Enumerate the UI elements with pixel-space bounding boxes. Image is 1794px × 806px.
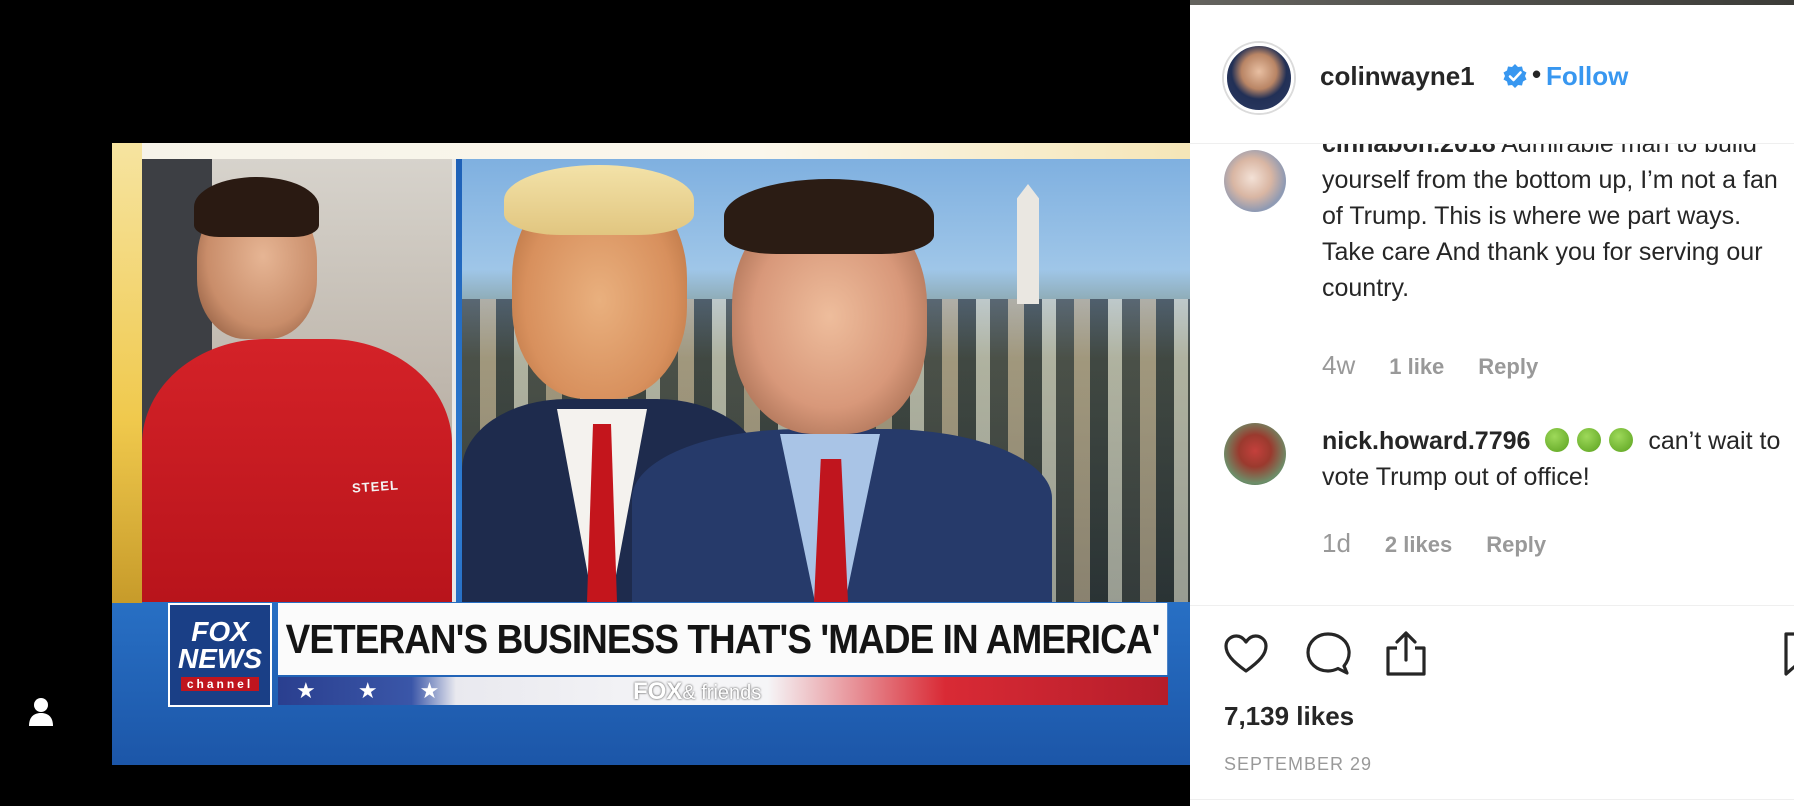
author-avatar[interactable] — [1224, 43, 1294, 113]
comment-text: cinnabon.2018 Admirable man to build you… — [1322, 126, 1782, 306]
commenter-avatar[interactable] — [1224, 423, 1286, 485]
news-lower-third: FOX NEWS channel VETERAN'S BUSINESS THAT… — [168, 603, 1168, 709]
tv-screenshot-image: STEEL FOX NEWS channel VETERAN'S BUSINES… — [112, 143, 1190, 765]
bookmark-icon[interactable] — [1780, 630, 1794, 678]
post-media[interactable]: STEEL FOX NEWS channel VETERAN'S BUSINES… — [0, 0, 1190, 806]
follow-button[interactable]: Follow — [1546, 61, 1628, 92]
person-right-hair — [724, 179, 934, 254]
verified-badge-icon — [1503, 64, 1527, 88]
author-username[interactable]: colinwayne1 — [1320, 61, 1475, 92]
comment-like-count[interactable]: 2 likes — [1385, 532, 1452, 558]
studio-guest-picture: STEEL — [142, 159, 456, 602]
post-action-bar: 7,139 likes SEPTEMBER 29 — [1190, 605, 1794, 806]
screen-gold-edge — [112, 143, 142, 603]
show-brand: FOX& friends — [633, 678, 761, 706]
commenter-avatar[interactable] — [1224, 150, 1286, 212]
network-logo-channel: channel — [180, 677, 260, 691]
share-icon[interactable] — [1382, 630, 1430, 678]
ticker-stars: ★ ★ ★ — [296, 678, 458, 703]
guest-hair — [194, 177, 319, 237]
emoji-icon — [1545, 428, 1570, 452]
network-logo: FOX NEWS channel — [168, 603, 272, 707]
comment-text: nick.howard.7796 can’t wait to vote Trum… — [1322, 423, 1782, 495]
post-like-count[interactable]: 7,139 likes — [1224, 701, 1354, 732]
person-left-hair — [504, 165, 694, 235]
divider — [1190, 799, 1794, 800]
comment-meta: 1d 2 likes Reply — [1322, 528, 1546, 559]
person-icon[interactable] — [28, 697, 54, 727]
network-logo-news: NEWS — [178, 643, 262, 674]
network-logo-fox: FOX — [191, 616, 249, 647]
comment-age[interactable]: 4w — [1322, 350, 1355, 381]
post-sidebar: cinnabon.2018 Admirable man to build you… — [1190, 5, 1794, 806]
show-brand-suffix: & friends — [682, 682, 762, 704]
heart-icon[interactable] — [1222, 630, 1270, 678]
news-ticker: ★ ★ ★ FOX& friends — [278, 677, 1168, 705]
emoji-icon — [1577, 428, 1602, 452]
speech-bubble-icon[interactable] — [1304, 630, 1352, 678]
comment-age[interactable]: 1d — [1322, 528, 1351, 559]
selfie-picture — [462, 159, 1190, 602]
reply-button[interactable]: Reply — [1478, 354, 1538, 380]
news-headline: VETERAN'S BUSINESS THAT'S 'MADE IN AMERI… — [278, 603, 1168, 675]
screen-top-bar — [112, 143, 1190, 159]
monument-shape — [1017, 184, 1039, 304]
post-header: colinwayne1 • Follow — [1190, 5, 1794, 144]
commenter-username[interactable]: nick.howard.7796 — [1322, 427, 1530, 455]
reply-button[interactable]: Reply — [1486, 532, 1546, 558]
comment-meta: 4w 1 like Reply — [1322, 350, 1538, 381]
red-shirt — [142, 339, 452, 602]
header-separator: • — [1532, 59, 1542, 89]
comment-like-count[interactable]: 1 like — [1389, 354, 1444, 380]
emoji-icon — [1609, 428, 1634, 452]
post-date[interactable]: SEPTEMBER 29 — [1224, 754, 1372, 775]
show-brand-name: FOX — [633, 678, 683, 705]
